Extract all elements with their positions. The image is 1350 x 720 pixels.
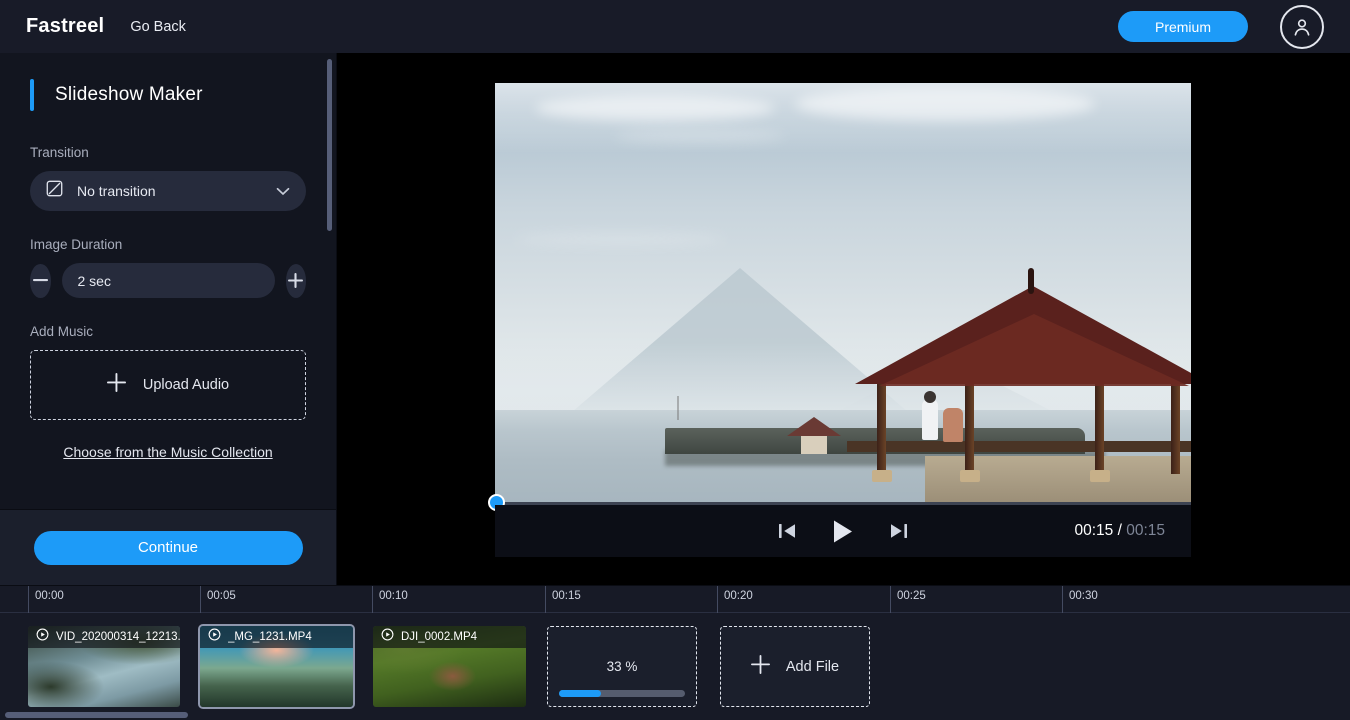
upload-progress-fill bbox=[559, 690, 601, 697]
plus-icon bbox=[750, 654, 770, 679]
add-music-label: Add Music bbox=[30, 324, 94, 339]
preview-area: 00:15 / 00:15 bbox=[337, 53, 1350, 585]
timeline-panel: 00:00 00:05 00:10 00:15 00:20 00:25 00:3… bbox=[0, 585, 1350, 720]
play-circle-icon bbox=[208, 628, 221, 646]
music-collection-link[interactable]: Choose from the Music Collection bbox=[30, 444, 306, 460]
transition-select[interactable]: No transition bbox=[30, 171, 306, 211]
upload-percent-label: 33 % bbox=[606, 659, 638, 674]
timeline-tracks: VID_202000314_12213. _MG_1231.MP4 DJI_00… bbox=[0, 613, 1350, 720]
no-transition-icon bbox=[45, 179, 64, 203]
ruler-tick-label: 00:05 bbox=[207, 590, 236, 602]
clip-name: DJI_0002.MP4 bbox=[401, 631, 478, 643]
app-logo[interactable]: Fastreel bbox=[26, 15, 104, 38]
plus-icon bbox=[106, 373, 126, 397]
upload-progress-tile[interactable]: 33 % bbox=[547, 626, 697, 707]
video-scene-image bbox=[495, 83, 1191, 502]
ruler-tick-label: 00:30 bbox=[1069, 590, 1098, 602]
sidebar-vscrollbar[interactable] bbox=[327, 59, 332, 231]
skip-next-icon[interactable] bbox=[885, 518, 912, 544]
duration-stepper bbox=[30, 263, 306, 298]
user-circle-icon[interactable] bbox=[1280, 4, 1324, 49]
video-timecode: 00:15 / 00:15 bbox=[1074, 522, 1165, 540]
duration-label: Image Duration bbox=[30, 237, 123, 252]
clip-header: DJI_0002.MP4 bbox=[373, 626, 526, 648]
total-time: 00:15 bbox=[1126, 522, 1165, 539]
plus-icon[interactable] bbox=[285, 263, 306, 298]
upload-audio-dropzone[interactable]: Upload Audio bbox=[30, 350, 306, 420]
add-file-label: Add File bbox=[785, 658, 840, 675]
timeline-clip[interactable]: DJI_0002.MP4 bbox=[373, 626, 526, 707]
app-header: Fastreel Go Back Premium bbox=[0, 0, 1350, 53]
minus-icon[interactable] bbox=[30, 263, 51, 298]
play-circle-icon bbox=[36, 628, 49, 646]
body-row: Slideshow Maker Transition No transition bbox=[0, 53, 1350, 585]
page-title: Slideshow Maker bbox=[30, 79, 306, 111]
current-time: 00:15 bbox=[1074, 522, 1114, 539]
ruler-tick-label: 00:20 bbox=[724, 590, 753, 602]
add-file-tile[interactable]: Add File bbox=[720, 626, 870, 707]
clip-name: _MG_1231.MP4 bbox=[228, 631, 312, 643]
ruler-tick-label: 00:15 bbox=[552, 590, 581, 602]
clip-header: VID_202000314_12213. bbox=[28, 626, 180, 648]
timeline-ruler[interactable]: 00:00 00:05 00:10 00:15 00:20 00:25 00:3… bbox=[0, 586, 1350, 613]
app-root: Fastreel Go Back Premium Slideshow Maker… bbox=[0, 0, 1350, 720]
go-back-link[interactable]: Go Back bbox=[130, 19, 186, 35]
sidebar-panel: Slideshow Maker Transition No transition bbox=[0, 53, 337, 585]
player-controls-bar: 00:15 / 00:15 bbox=[495, 505, 1191, 557]
clip-header: _MG_1231.MP4 bbox=[200, 626, 353, 648]
transition-value: No transition bbox=[77, 183, 156, 199]
video-frame[interactable] bbox=[495, 83, 1191, 502]
upload-progress-track bbox=[559, 690, 685, 697]
sidebar-footer: Continue bbox=[0, 509, 336, 585]
ruler-tick-label: 00:25 bbox=[897, 590, 926, 602]
play-circle-icon bbox=[381, 628, 394, 646]
ruler-tick-label: 00:10 bbox=[379, 590, 408, 602]
duration-input[interactable] bbox=[61, 263, 275, 298]
premium-button[interactable]: Premium bbox=[1118, 11, 1248, 42]
timeline-clip[interactable]: _MG_1231.MP4 bbox=[200, 626, 353, 707]
continue-button[interactable]: Continue bbox=[33, 530, 303, 565]
time-separator: / bbox=[1117, 522, 1122, 539]
ruler-tick-label: 00:00 bbox=[35, 590, 64, 602]
skip-previous-icon[interactable] bbox=[774, 518, 801, 544]
chevron-down-icon bbox=[276, 184, 290, 199]
timeline-hscrollbar[interactable] bbox=[5, 712, 188, 718]
page-title-text: Slideshow Maker bbox=[55, 84, 203, 105]
transition-label: Transition bbox=[30, 145, 89, 160]
video-player: 00:15 / 00:15 bbox=[488, 83, 1191, 557]
upload-audio-label: Upload Audio bbox=[142, 377, 230, 393]
play-icon[interactable] bbox=[828, 515, 858, 548]
title-accent-bar bbox=[30, 79, 34, 111]
timeline-clip[interactable]: VID_202000314_12213. bbox=[28, 626, 180, 707]
sidebar-scroll-area: Slideshow Maker Transition No transition bbox=[0, 53, 336, 509]
clip-name: VID_202000314_12213. bbox=[56, 631, 180, 643]
